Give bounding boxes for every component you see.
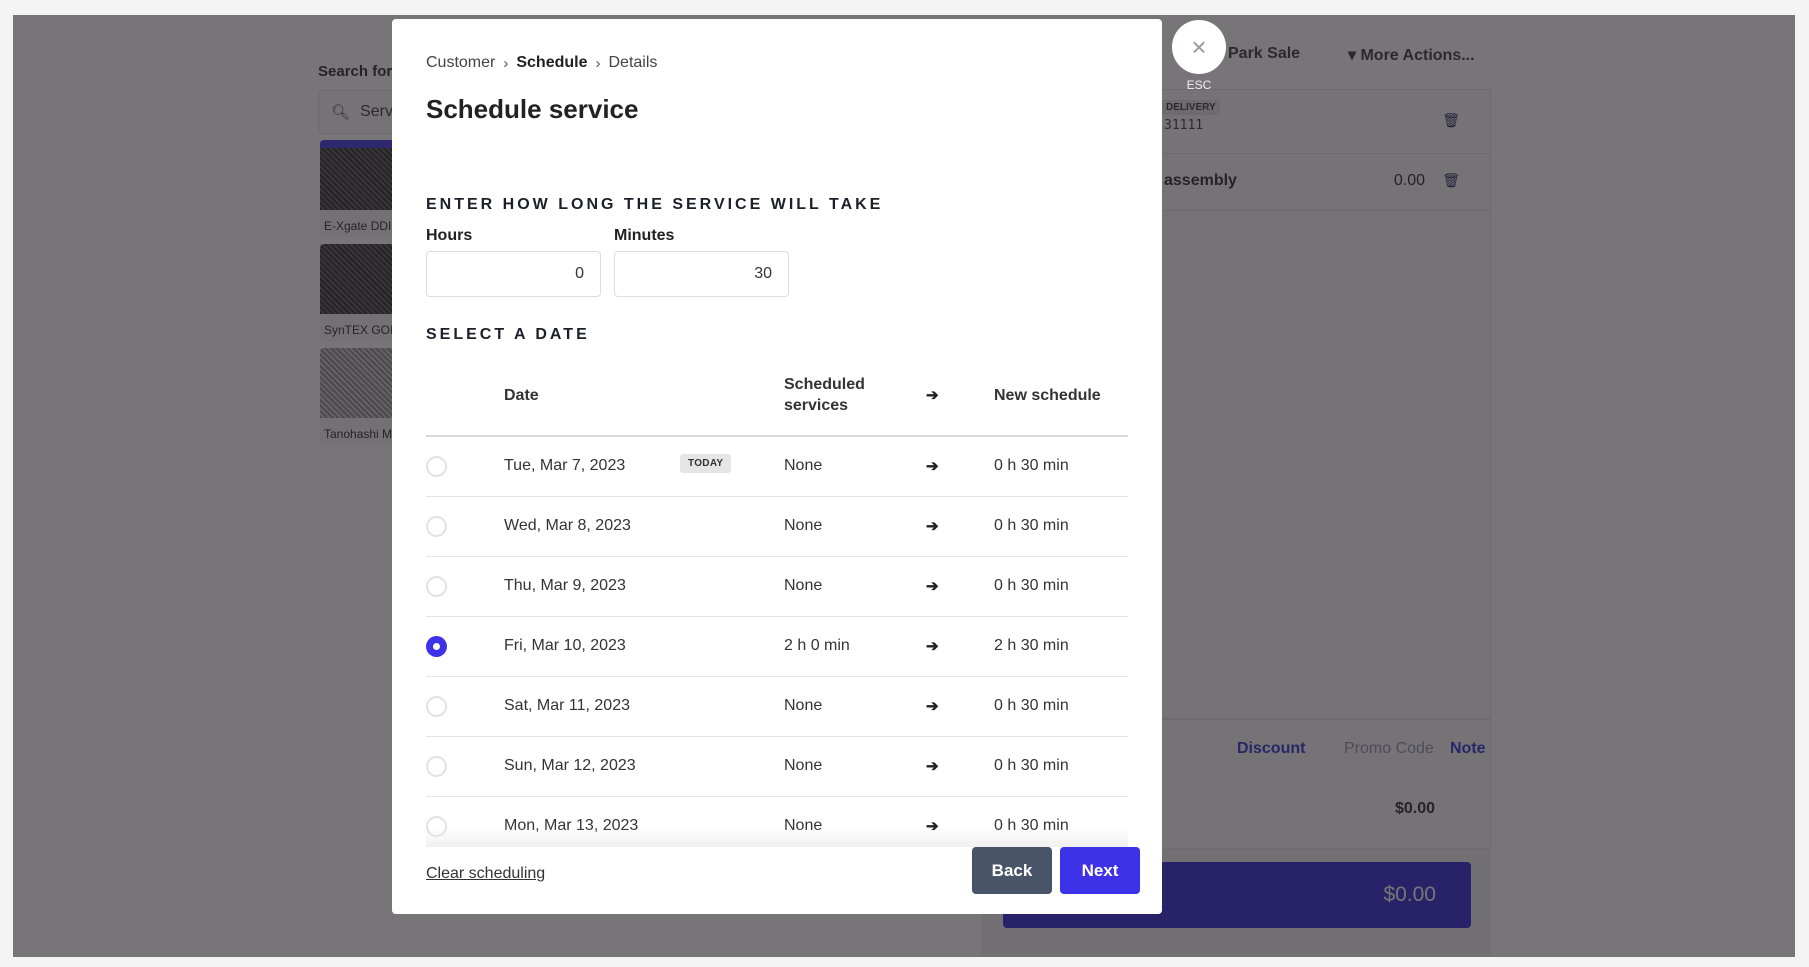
row-date: Tue, Mar 7, 2023 [504,457,626,474]
table-body: Tue, Mar 7, 2023 TODAY None ➔ 0 h 30 min Wed,… [426,437,1128,857]
hours-label: Hours [426,227,473,244]
close-icon: × [1191,31,1207,62]
table-row[interactable]: Fri, Mar 10, 2023 2 h 0 min ➔ 2 h 30 min [426,617,1128,677]
header-scheduled-line1: Scheduled [784,376,865,393]
duration-section-heading: ENTER HOW LONG THE SERVICE WILL TAKE [426,196,884,213]
row-new-schedule: 0 h 30 min [994,517,1069,534]
date-radio[interactable] [426,756,447,777]
arrow-right-icon: ➔ [926,578,939,595]
modal-title: Schedule service [426,94,639,124]
arrow-right-icon: ➔ [926,518,939,535]
back-button[interactable]: Back [972,847,1052,894]
breadcrumb-customer[interactable]: Customer [426,54,495,72]
breadcrumb-details[interactable]: Details [609,54,658,72]
row-date: Sun, Mar 12, 2023 [504,757,636,774]
header-new-schedule: New schedule [994,387,1101,404]
modal-footer: Clear scheduling Back Next [392,847,1162,914]
arrow-right-icon: ➔ [926,638,939,655]
arrow-right-icon: ➔ [926,458,939,475]
table-header: Date Scheduled services ➔ New schedule [426,352,1128,437]
arrow-right-icon: ➔ [926,698,939,715]
row-scheduled: None [784,757,823,774]
date-section-heading: SELECT A DATE [426,326,590,343]
date-table: Date Scheduled services ➔ New schedule T… [426,352,1128,857]
row-date: Thu, Mar 9, 2023 [504,577,626,594]
clear-scheduling-link[interactable]: Clear scheduling [426,865,545,883]
date-radio[interactable] [426,516,447,537]
table-row[interactable]: Thu, Mar 9, 2023 None ➔ 0 h 30 min [426,557,1128,617]
table-row[interactable]: Wed, Mar 8, 2023 None ➔ 0 h 30 min [426,497,1128,557]
app-frame: Search for 🔍︎ Servi E-Xgate DDI SynTEX G… [13,15,1795,957]
row-new-schedule: 0 h 30 min [994,457,1069,474]
header-scheduled-line2: services [784,397,849,414]
date-radio[interactable] [426,636,447,657]
row-scheduled: None [784,517,823,534]
next-button[interactable]: Next [1060,847,1140,894]
minutes-label: Minutes [614,227,675,244]
schedule-modal: Customer › Schedule › Details Schedule s… [392,19,1162,914]
chevron-right-icon: › [595,54,601,72]
scroll-fade [426,827,1128,847]
row-scheduled: None [784,697,823,714]
row-date: Sat, Mar 11, 2023 [504,697,630,714]
row-scheduled: 2 h 0 min [784,637,850,654]
date-radio[interactable] [426,576,447,597]
date-radio[interactable] [426,456,447,477]
arrow-right-icon: ➔ [926,387,939,404]
minutes-input[interactable] [614,251,789,297]
row-new-schedule: 0 h 30 min [994,757,1069,774]
row-date: Fri, Mar 10, 2023 [504,637,626,654]
header-scheduled-services: Scheduled services [784,374,865,416]
row-new-schedule: 2 h 30 min [994,637,1069,654]
breadcrumb-schedule: Schedule [516,54,588,71]
arrow-right-icon: ➔ [926,758,939,775]
row-date: Wed, Mar 8, 2023 [504,517,631,534]
row-scheduled: None [784,577,823,594]
hours-input[interactable] [426,251,601,297]
date-radio[interactable] [426,696,447,717]
table-row[interactable]: Sat, Mar 11, 2023 None ➔ 0 h 30 min [426,677,1128,737]
table-row[interactable]: Tue, Mar 7, 2023 TODAY None ➔ 0 h 30 min [426,437,1128,497]
row-new-schedule: 0 h 30 min [994,577,1069,594]
esc-label: ESC [1186,78,1212,92]
today-badge: TODAY [680,454,732,473]
header-date: Date [504,387,539,404]
row-new-schedule: 0 h 30 min [994,697,1069,714]
table-row[interactable]: Sun, Mar 12, 2023 None ➔ 0 h 30 min [426,737,1128,797]
close-button[interactable]: × [1172,20,1226,74]
chevron-right-icon: › [503,54,509,72]
breadcrumb: Customer › Schedule › Details [426,54,657,72]
row-scheduled: None [784,457,823,474]
